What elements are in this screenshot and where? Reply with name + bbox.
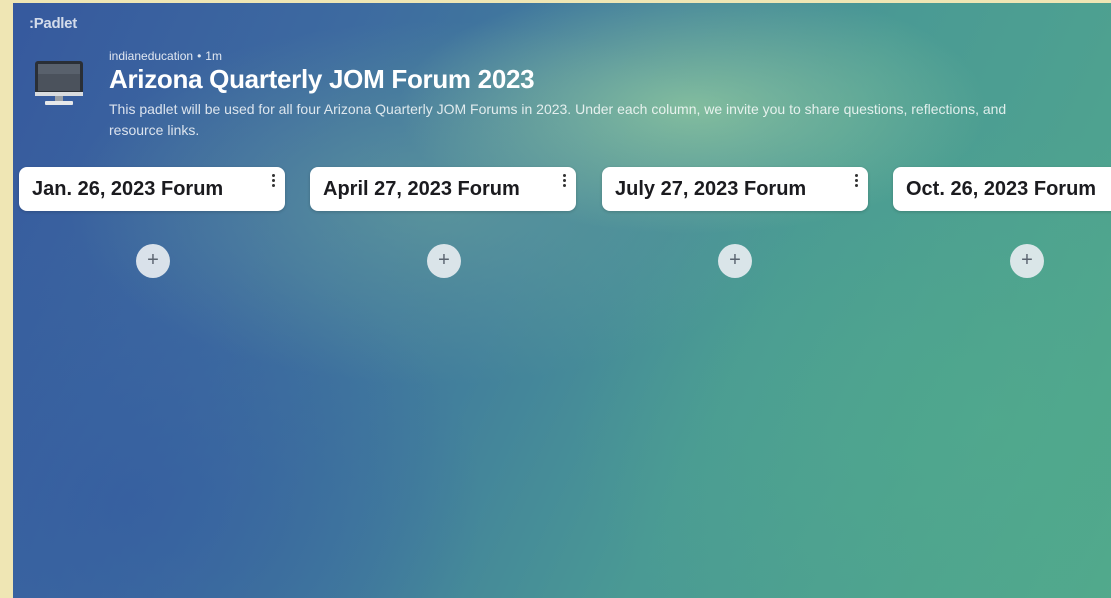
desktop-computer-icon [33, 59, 85, 109]
column-title: Jan. 26, 2023 Forum [32, 178, 224, 200]
author-name[interactable]: indianeducation [109, 49, 193, 63]
column-header-july[interactable]: July 27, 2023 Forum [602, 167, 868, 211]
column-menu-icon[interactable] [269, 174, 277, 190]
board-title: Arizona Quarterly JOM Forum 2023 [109, 64, 535, 94]
padlet-board: :Padlet indianeducation • 1m Arizona Quart… [13, 3, 1111, 598]
meta-separator: • [197, 49, 202, 63]
time-ago: 1m [205, 49, 222, 63]
board-meta: indianeducation • 1m [109, 49, 222, 63]
column-menu-icon[interactable] [852, 174, 860, 190]
column-title: Oct. 26, 2023 Forum [906, 178, 1097, 200]
board-description: This padlet will be used for all four Ar… [109, 101, 1007, 138]
column-header-jan[interactable]: Jan. 26, 2023 Forum [19, 167, 285, 211]
column-header-oct[interactable]: Oct. 26, 2023 Forum [893, 167, 1111, 211]
column-title: April 27, 2023 Forum [323, 178, 520, 200]
padlet-logo[interactable]: :Padlet [29, 15, 77, 32]
column-menu-icon[interactable] [560, 174, 568, 190]
column-title: July 27, 2023 Forum [615, 178, 807, 200]
screen-frame-left [0, 0, 13, 598]
add-post-button[interactable]: + [427, 244, 461, 278]
column-header-april[interactable]: April 27, 2023 Forum [310, 167, 576, 211]
add-post-button[interactable]: + [136, 244, 170, 278]
add-post-button[interactable]: + [1010, 244, 1044, 278]
add-post-button[interactable]: + [718, 244, 752, 278]
